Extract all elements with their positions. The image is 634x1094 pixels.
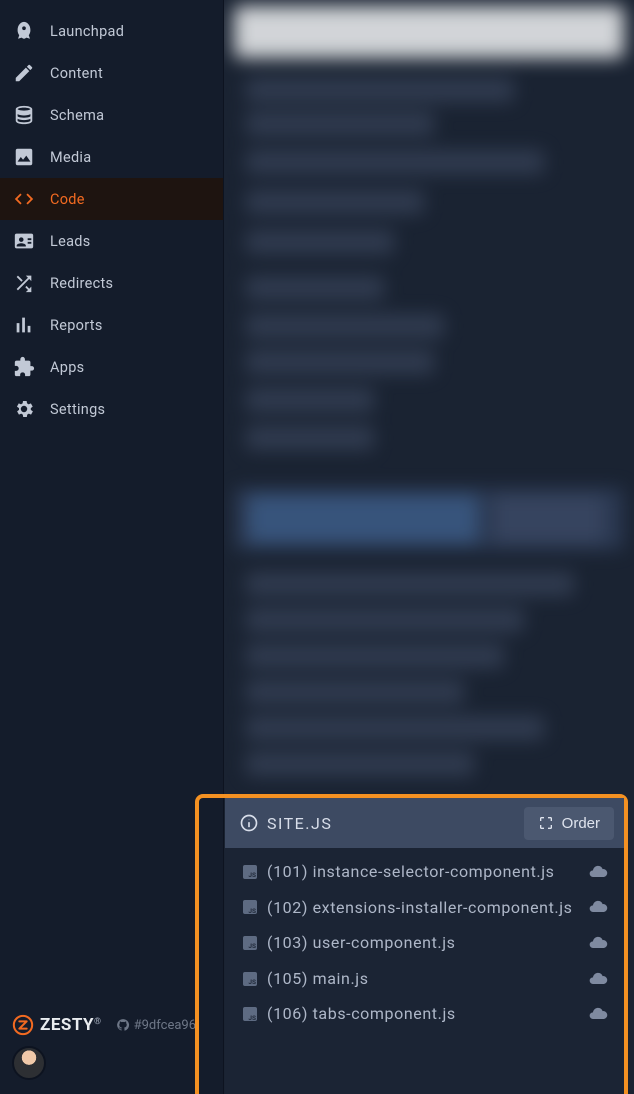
primary-nav: Launchpad Content Schema Media Code (0, 0, 223, 1006)
expand-icon (538, 815, 554, 831)
nav-label: Redirects (50, 275, 113, 292)
nav-label: Launchpad (50, 23, 124, 40)
sidebar-item-schema[interactable]: Schema (0, 94, 223, 136)
contacts-icon (12, 229, 36, 253)
gear-icon (12, 397, 36, 421)
file-list: (101) instance-selector-component.js (10… (225, 848, 624, 1094)
cloud-sync-icon[interactable] (588, 933, 608, 953)
bar-chart-icon (12, 313, 36, 337)
sidebar-item-launchpad[interactable]: Launchpad (0, 10, 223, 52)
js-file-icon (243, 1007, 257, 1021)
nav-label: Schema (50, 107, 104, 124)
sidebar-item-settings[interactable]: Settings (0, 388, 223, 430)
cloud-sync-icon[interactable] (588, 969, 608, 989)
cloud-sync-icon[interactable] (588, 1004, 608, 1024)
instance-hash[interactable]: #9dfcea96 (116, 1018, 196, 1033)
order-button[interactable]: Order (524, 807, 614, 840)
zesty-logo-icon (12, 1014, 34, 1036)
sitejs-panel: SITE.JS Order (101) instance-selector-co… (225, 798, 624, 1094)
nav-label: Reports (50, 317, 103, 334)
js-file-icon (243, 936, 257, 950)
nav-label: Apps (50, 359, 84, 376)
brand-row: ZESTY® #9dfcea96 (12, 1014, 211, 1036)
panel-title-text: SITE.JS (267, 814, 332, 833)
pencil-icon (12, 61, 36, 85)
nav-label: Code (50, 191, 85, 208)
sidebar-item-code[interactable]: Code (0, 178, 223, 220)
left-sidebar: Launchpad Content Schema Media Code (0, 0, 224, 1094)
file-name: (101) instance-selector-component.js (267, 861, 578, 883)
file-name: (106) tabs-component.js (267, 1003, 578, 1025)
sidebar-item-apps[interactable]: Apps (0, 346, 223, 388)
brand-name-text: ZESTY (40, 1015, 94, 1035)
sidebar-item-reports[interactable]: Reports (0, 304, 223, 346)
file-row[interactable]: (103) user-component.js (225, 925, 624, 961)
github-icon (116, 1018, 130, 1032)
user-avatar[interactable] (12, 1046, 46, 1080)
image-icon (12, 145, 36, 169)
file-row[interactable]: (105) main.js (225, 961, 624, 997)
shuffle-icon (12, 271, 36, 295)
file-row[interactable]: (106) tabs-component.js (225, 996, 624, 1032)
sidebar-item-leads[interactable]: Leads (0, 220, 223, 262)
file-name: (105) main.js (267, 968, 578, 990)
order-button-label: Order (562, 815, 600, 832)
panel-title: SITE.JS (239, 813, 332, 833)
sidebar-item-media[interactable]: Media (0, 136, 223, 178)
nav-label: Content (50, 65, 103, 82)
brand-logo[interactable]: ZESTY® (12, 1014, 102, 1036)
cloud-sync-icon[interactable] (588, 862, 608, 882)
sidebar-footer: ZESTY® #9dfcea96 (0, 1006, 223, 1094)
code-icon (12, 187, 36, 211)
file-name: (102) extensions-installer-component.js (267, 897, 578, 919)
file-name: (103) user-component.js (267, 932, 578, 954)
info-icon[interactable] (239, 813, 259, 833)
rocket-icon (12, 19, 36, 43)
file-row[interactable]: (101) instance-selector-component.js (225, 854, 624, 890)
sidebar-item-content[interactable]: Content (0, 52, 223, 94)
cloud-sync-icon[interactable] (588, 897, 608, 917)
js-file-icon (243, 972, 257, 986)
sidebar-item-redirects[interactable]: Redirects (0, 262, 223, 304)
js-file-icon (243, 865, 257, 879)
puzzle-icon (12, 355, 36, 379)
file-row[interactable]: (102) extensions-installer-component.js (225, 890, 624, 926)
nav-label: Leads (50, 233, 91, 250)
database-icon (12, 103, 36, 127)
panel-header: SITE.JS Order (225, 798, 624, 848)
nav-label: Media (50, 149, 91, 166)
js-file-icon (243, 900, 257, 914)
nav-label: Settings (50, 401, 105, 418)
instance-hash-text: #9dfcea96 (134, 1018, 196, 1033)
avatar-row (12, 1046, 211, 1080)
